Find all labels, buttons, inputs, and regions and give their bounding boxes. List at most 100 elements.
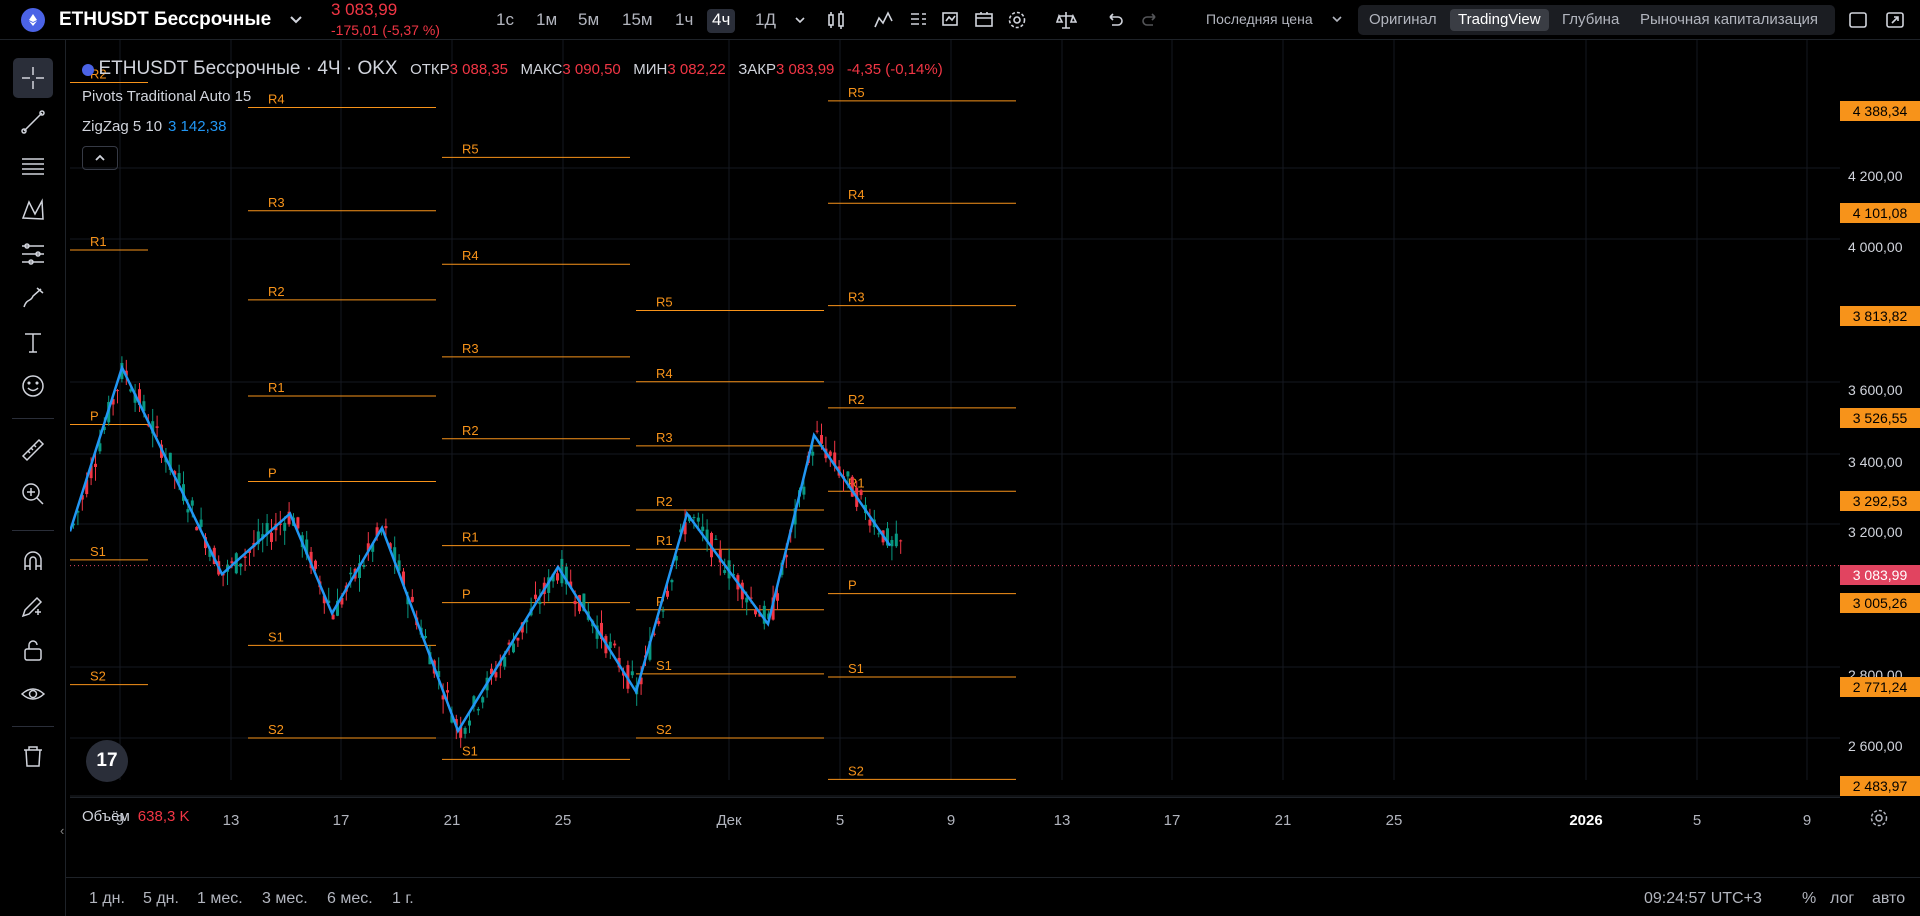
timeframe-15m[interactable]: 15м — [622, 9, 653, 33]
timeframe-1h[interactable]: 1ч — [675, 9, 693, 33]
text-icon[interactable] — [13, 322, 53, 362]
indicators-icon[interactable] — [872, 9, 894, 31]
range-1m[interactable]: 1 мес. — [197, 890, 243, 908]
toolbar-divider — [12, 418, 54, 419]
candle-body — [556, 573, 559, 581]
price-mode-select[interactable]: Последняя цена — [1206, 11, 1313, 27]
pivot-label: P — [268, 466, 277, 481]
timeframe-5m[interactable]: 5м — [578, 9, 599, 33]
pivot-label: S1 — [462, 743, 478, 758]
tab-market-cap[interactable]: Рыночная капитализация — [1632, 9, 1826, 31]
drawing-toolbar — [0, 40, 66, 916]
templates-icon[interactable] — [907, 9, 929, 31]
candle-body — [868, 519, 872, 526]
candle-body — [877, 533, 881, 535]
time-tick: 21 — [1274, 812, 1292, 829]
candle-body — [692, 517, 696, 519]
candles-icon[interactable] — [825, 9, 847, 31]
zigzag-value: 3 142,38 — [168, 118, 227, 135]
fib-icon[interactable] — [13, 146, 53, 186]
tradingview-logo[interactable]: 17 — [86, 740, 128, 782]
candle-body — [859, 490, 863, 496]
brush-icon[interactable] — [13, 278, 53, 318]
redo-icon[interactable] — [1139, 9, 1161, 31]
legend-title[interactable]: ETHUSDT Бессрочные · 4Ч · OKX — [98, 58, 397, 79]
crosshair-icon[interactable] — [13, 58, 53, 98]
pattern-icon[interactable] — [13, 190, 53, 230]
candle-body — [243, 556, 247, 558]
range-6m[interactable]: 6 мес. — [327, 890, 373, 908]
pivot-label: S2 — [848, 763, 864, 778]
pivot-label: R2 — [268, 284, 285, 299]
chevron-left-icon[interactable]: ‹ — [60, 823, 64, 838]
time-tick: 13 — [1053, 812, 1071, 829]
pivots-indicator-label[interactable]: Pivots Traditional Auto 15 — [82, 88, 251, 105]
auto-toggle[interactable]: авто — [1872, 890, 1905, 908]
symbol-name[interactable]: ETHUSDT Бессрочные — [59, 9, 271, 31]
undo-icon[interactable] — [1104, 9, 1126, 31]
range-5d[interactable]: 5 дн. — [143, 890, 179, 908]
prediction-icon[interactable] — [13, 234, 53, 274]
candle-body — [476, 708, 480, 711]
candle-body — [894, 533, 898, 547]
timeframe-more-icon[interactable] — [789, 9, 811, 31]
pivot-price-tag: 4 101,08 — [1840, 203, 1920, 223]
candle-body — [899, 540, 903, 542]
candle-body — [714, 538, 718, 540]
candle-body — [890, 540, 894, 547]
trash-icon[interactable] — [13, 736, 53, 776]
settings-icon[interactable] — [1868, 807, 1890, 829]
range-1d[interactable]: 1 дн. — [89, 890, 125, 908]
timeframe-1m[interactable]: 1м — [536, 9, 557, 33]
legend-change: -4,35 (-0,14%) — [846, 61, 943, 78]
pivot-label: S2 — [268, 722, 284, 737]
chart-area[interactable]: R2 R1 P S1 S2 R4 R3 R2 R1 P S1 S2 R5 R4 R3 R2 R1 P S1 R5 R4 R… — [70, 40, 1840, 825]
timeframe-1d[interactable]: 1Д — [755, 9, 776, 33]
last-price: 3 083,99 — [331, 0, 398, 19]
fullscreen-icon[interactable] — [1884, 9, 1906, 31]
chevron-down-icon[interactable] — [287, 10, 305, 28]
time-axis[interactable]: 9 13 17 21 25 Дек 5 9 13 17 21 25 2026 5… — [70, 797, 1840, 837]
clock[interactable]: 09:24:57 UTC+3 — [1644, 890, 1762, 908]
stay-drawing-icon[interactable] — [13, 586, 53, 626]
ruler-icon[interactable] — [13, 430, 53, 470]
percent-toggle[interactable]: % — [1802, 890, 1816, 908]
candle-body — [846, 471, 850, 477]
timeframe-4h[interactable]: 4ч — [707, 9, 736, 33]
range-1y[interactable]: 1 г. — [392, 890, 414, 908]
candle-body — [270, 532, 273, 542]
lock-icon[interactable] — [13, 630, 53, 670]
eye-icon[interactable] — [13, 674, 53, 714]
time-tick: 17 — [1163, 812, 1181, 829]
zoom-in-icon[interactable] — [13, 474, 53, 514]
collapse-legend-button[interactable] — [82, 146, 118, 170]
high-value: 3 090,50 — [562, 61, 621, 78]
log-toggle[interactable]: лог — [1830, 890, 1854, 908]
range-3m[interactable]: 3 мес. — [262, 890, 308, 908]
trend-line-icon[interactable] — [13, 102, 53, 142]
price-chart[interactable]: R2 R1 P S1 S2 R4 R3 R2 R1 P S1 S2 R5 R4 R3 R2 R1 P S1 R5 R4 R… — [70, 40, 1840, 797]
emoji-icon[interactable] — [13, 366, 53, 406]
alert-icon[interactable] — [939, 9, 961, 31]
candle-body — [239, 563, 243, 567]
settings-icon[interactable] — [1006, 9, 1028, 31]
magnet-icon[interactable] — [13, 542, 53, 582]
replay-icon[interactable] — [973, 9, 995, 31]
tab-original[interactable]: Оригинал — [1361, 9, 1445, 31]
pivot-price-tag: 2 483,97 — [1840, 776, 1920, 796]
tab-tradingview[interactable]: TradingView — [1450, 9, 1549, 31]
chevron-down-icon[interactable] — [1330, 12, 1344, 26]
pivot-label: R2 — [656, 494, 673, 509]
candle-body — [696, 517, 700, 522]
pivot-label: R5 — [656, 295, 673, 310]
zigzag-indicator[interactable]: ZigZag 5 10 3 142,38 — [82, 118, 226, 135]
tab-depth[interactable]: Глубина — [1554, 9, 1627, 31]
compare-icon[interactable] — [1055, 9, 1078, 31]
timeframe-1s[interactable]: 1с — [496, 9, 514, 33]
candle-body — [516, 637, 520, 641]
pivot-label: R1 — [462, 530, 479, 545]
candle-body — [116, 390, 119, 392]
candle-body — [199, 519, 203, 527]
layout-icon[interactable] — [1847, 9, 1869, 31]
open-value: 3 088,35 — [449, 61, 509, 78]
